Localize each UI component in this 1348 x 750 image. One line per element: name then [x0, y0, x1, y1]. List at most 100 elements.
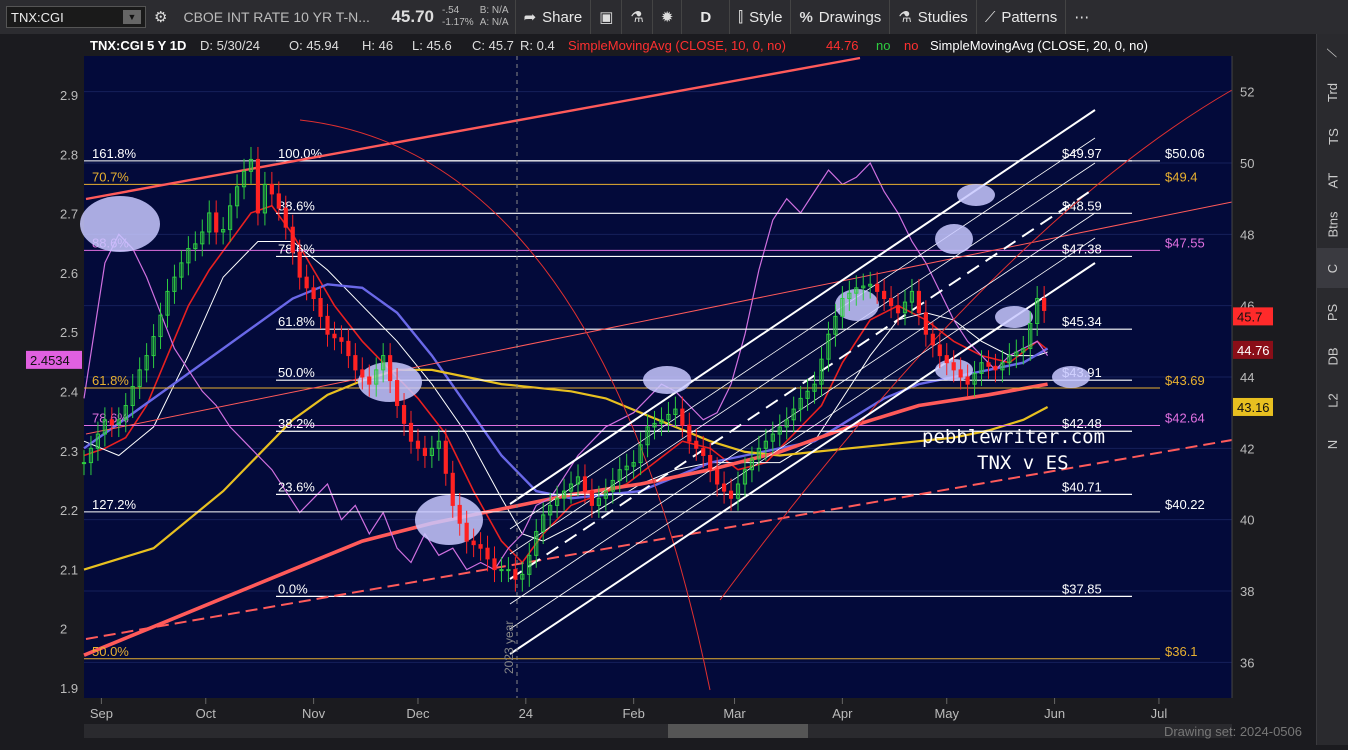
- watermark-subtitle: TNX v ES: [977, 452, 1069, 474]
- last-price: 45.70: [391, 7, 434, 26]
- right-axis-tick: 44: [1240, 370, 1254, 385]
- side-button-c[interactable]: C: [1317, 248, 1348, 288]
- side-button-label: DB: [1325, 346, 1341, 366]
- share-button[interactable]: ➦ Share: [514, 0, 592, 34]
- side-button-btns[interactable]: Btns: [1317, 204, 1348, 244]
- fib-retracement-value: $47.38: [1062, 241, 1102, 256]
- chevron-down-icon[interactable]: ▼: [123, 10, 141, 24]
- drawings-label: Drawings: [818, 8, 882, 26]
- sma20-label[interactable]: SimpleMovingAvg (CLOSE, 20, 0, no): [930, 38, 1148, 53]
- price-tag: 45.7: [1233, 307, 1273, 326]
- left-axis-tick: 2.4: [60, 385, 78, 400]
- x-axis-tick: Dec: [406, 706, 430, 721]
- header-range: R: 0.4: [520, 38, 555, 53]
- horizontal-scrollbar[interactable]: [84, 724, 1232, 738]
- chart-area[interactable]: 161.8% $50.06 70.7% $49.4 88.6% $47.55 61.8% $4…: [0, 34, 1316, 745]
- x-axis-tick: Apr: [832, 706, 853, 721]
- right-axis-tick: 52: [1240, 85, 1254, 100]
- side-button-label: TS: [1325, 127, 1341, 145]
- fib-extension-pct: 127.2%: [92, 497, 137, 512]
- side-button-n[interactable]: N: [1317, 424, 1348, 464]
- highlight-ellipse: [957, 184, 995, 206]
- change-percent: -1.17%: [442, 17, 474, 28]
- drawings-button[interactable]: % Drawings: [791, 0, 891, 34]
- share-label: Share: [542, 8, 583, 26]
- more-icon: ⋯: [1074, 9, 1090, 26]
- flask-button[interactable]: ⚗: [622, 0, 653, 34]
- left-axis-tick: 2.3: [60, 444, 78, 459]
- header-high: H: 46: [362, 38, 393, 53]
- price-chart[interactable]: 161.8% $50.06 70.7% $49.4 88.6% $47.55 61.8% $4…: [0, 34, 1316, 745]
- left-axis-tick: 2.9: [60, 88, 78, 103]
- highlight-ellipse: [1052, 366, 1090, 388]
- period-button[interactable]: D: [682, 0, 731, 34]
- fib-retracement-pct: 38.2%: [278, 416, 315, 431]
- fib-extension-pct: 61.8%: [92, 373, 129, 388]
- style-button[interactable]: ⫿ Style: [730, 0, 792, 34]
- side-button-at[interactable]: AT: [1317, 160, 1348, 200]
- fib-retracement-value: $45.34: [1062, 314, 1102, 329]
- fib-extension-pct: 70.7%: [92, 169, 129, 184]
- studies-button[interactable]: ⚗ Studies: [890, 0, 977, 34]
- symbol-description: CBOE INT RATE 10 YR T-N...: [183, 9, 370, 25]
- right-axis-tick: 48: [1240, 227, 1254, 242]
- x-axis-tick: Mar: [723, 706, 746, 721]
- right-axis-tick: 42: [1240, 441, 1254, 456]
- header-low: L: 45.6: [412, 38, 452, 53]
- chart-settings-button[interactable]: ▣: [591, 0, 623, 34]
- left-axis-tick: 2.6: [60, 266, 78, 281]
- side-button-ts[interactable]: TS: [1317, 116, 1348, 156]
- share-icon: ➦: [523, 9, 537, 26]
- flag-no-green: no: [876, 38, 890, 53]
- percent-icon: %: [799, 8, 813, 26]
- price-tag-label: 45.7: [1237, 309, 1262, 324]
- fib-retracement-value: $49.97: [1062, 146, 1102, 161]
- left-axis-tick: 2: [60, 622, 67, 637]
- ask-value: A: N/A: [479, 17, 509, 28]
- symbol-selector[interactable]: TNX:CGI ▼: [6, 6, 146, 28]
- side-button-trd[interactable]: Trd: [1317, 72, 1348, 112]
- fib-retracement-value: $37.85: [1062, 581, 1102, 596]
- fib-extension-value: $42.64: [1165, 411, 1205, 426]
- left-axis-tick: 2.5: [60, 325, 78, 340]
- scrollbar-thumb[interactable]: [668, 724, 808, 738]
- x-axis-tick: Oct: [196, 706, 217, 721]
- bid-value: B: N/A: [479, 5, 509, 16]
- left-price-tag: 2.4534: [26, 350, 82, 369]
- left-axis-tick: 1.9: [60, 681, 78, 696]
- x-axis-tick: 24: [519, 706, 533, 721]
- sma10-label[interactable]: SimpleMovingAvg (CLOSE, 10, 0, no): [568, 38, 786, 53]
- left-axis-tick: 2.7: [60, 207, 78, 222]
- side-button-label: L2: [1325, 392, 1341, 408]
- symbol-settings-icon[interactable]: ⚙: [146, 8, 175, 26]
- highlight-ellipse: [935, 224, 973, 254]
- studies-label: Studies: [917, 8, 968, 26]
- drawing-set-label: Drawing set: 2024-0506: [1164, 724, 1302, 739]
- side-button-ps[interactable]: PS: [1317, 292, 1348, 332]
- right-axis-tick: 36: [1240, 655, 1254, 670]
- side-toggle-button[interactable]: ⟋: [1317, 34, 1348, 72]
- flag-no-red: no: [904, 38, 918, 53]
- more-button[interactable]: ⋯: [1066, 0, 1097, 34]
- fib-retracement-pct: 50.0%: [278, 365, 315, 380]
- fib-retracement-pct: 61.8%: [278, 314, 315, 329]
- period-label: D: [700, 8, 712, 26]
- x-axis-tick: Sep: [90, 706, 113, 721]
- fib-retracement-pct: 23.6%: [278, 479, 315, 494]
- fib-extension-pct: 161.8%: [92, 146, 137, 161]
- highlight-ellipse: [80, 196, 160, 252]
- gear-button[interactable]: ✹: [653, 0, 683, 34]
- right-sidebar: ⟋ Trd TS AT Btns C PS DB L2 N: [1316, 34, 1348, 745]
- flask-icon: ⚗: [630, 9, 644, 26]
- side-button-l2[interactable]: L2: [1317, 380, 1348, 420]
- price-tag-label: 44.76: [1237, 343, 1270, 358]
- x-axis-tick: Jul: [1151, 706, 1168, 721]
- side-button-label: AT: [1325, 172, 1341, 188]
- patterns-button[interactable]: ⟋ Patterns: [977, 0, 1067, 34]
- x-axis-tick: Feb: [622, 706, 644, 721]
- x-axis-tick: Jun: [1044, 706, 1065, 721]
- candlestick-icon: ⫿: [738, 8, 744, 26]
- side-button-db[interactable]: DB: [1317, 336, 1348, 376]
- price-change: -.54 -1.17%: [442, 5, 480, 29]
- side-button-label: N: [1325, 439, 1341, 449]
